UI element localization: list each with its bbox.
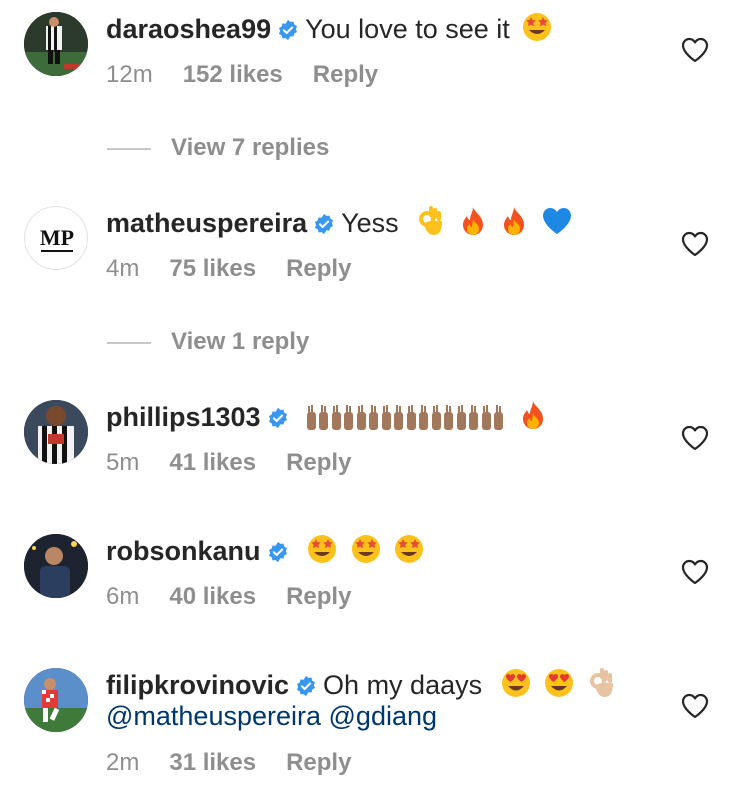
likes-count[interactable]: 40 likes [169, 583, 256, 610]
avatar[interactable] [24, 12, 88, 76]
avatar[interactable] [24, 400, 88, 464]
comment-time: 6m [106, 583, 140, 610]
username[interactable]: matheuspereira [106, 208, 307, 238]
raising-hands-emoji-group [306, 400, 506, 439]
comment-time: 2m [106, 749, 140, 776]
comment-meta: 5m 41 likes Reply [106, 449, 381, 477]
avatar[interactable] [24, 668, 88, 732]
fire-emoji-icon [499, 205, 529, 244]
username[interactable]: daraoshea99 [106, 14, 271, 44]
comment-time: 4m [106, 255, 140, 282]
comment-text: Oh my daays [323, 670, 483, 700]
like-heart-icon[interactable] [681, 37, 709, 63]
avatar-logo-text: MP [40, 225, 74, 250]
comment-text-line: phillips1303 [106, 399, 548, 439]
blue-heart-emoji-icon [541, 205, 573, 244]
reply-button[interactable]: Reply [286, 749, 351, 776]
view-replies-button[interactable]: View 7 replies [107, 134, 329, 162]
likes-count[interactable]: 152 likes [183, 61, 283, 88]
view-replies-label: View 7 replies [171, 134, 330, 161]
fire-emoji-icon [518, 399, 548, 438]
avatar[interactable]: MP [24, 206, 88, 270]
comment-time: 5m [106, 449, 140, 476]
heart-eyes-emoji-icon [543, 667, 575, 706]
like-heart-icon[interactable] [681, 231, 709, 257]
username[interactable]: robsonkanu [106, 536, 261, 566]
avatar[interactable] [24, 534, 88, 598]
divider [107, 341, 151, 344]
view-replies-label: View 1 reply [171, 328, 310, 355]
likes-count[interactable]: 41 likes [169, 449, 256, 476]
view-replies-button[interactable]: View 1 reply [107, 328, 309, 356]
comment-text-line: daraoshea99 You love to see it [106, 11, 553, 50]
like-heart-icon[interactable] [681, 693, 709, 719]
comment-text-line: robsonkanu [106, 533, 425, 572]
ok-hand-emoji-icon [416, 205, 446, 244]
star-struck-emoji-icon [306, 533, 338, 572]
ok-hand-emoji-icon [587, 667, 617, 706]
verified-badge-icon [277, 16, 299, 48]
star-struck-emoji-icon [521, 11, 553, 50]
like-heart-icon[interactable] [681, 425, 709, 451]
reply-button[interactable]: Reply [313, 61, 378, 88]
verified-badge-icon [267, 404, 289, 436]
fire-emoji-icon [458, 205, 488, 244]
verified-badge-icon [267, 538, 289, 570]
reply-button[interactable]: Reply [286, 255, 351, 282]
username[interactable]: phillips1303 [106, 402, 261, 432]
reply-button[interactable]: Reply [286, 583, 351, 610]
comment-meta: 4m 75 likes Reply [106, 255, 381, 283]
likes-count[interactable]: 31 likes [169, 749, 256, 776]
star-struck-emoji-icon [350, 533, 382, 572]
comment-text-line: matheuspereira Yess [106, 205, 573, 244]
username[interactable]: filipkrovinovic [106, 670, 289, 700]
comment-text: Yess [341, 208, 399, 238]
comment-meta: 12m 152 likes Reply [106, 61, 408, 89]
raising-hands-emoji-icon [307, 405, 504, 430]
likes-count[interactable]: 75 likes [169, 255, 256, 282]
comment-text: You love to see it [305, 14, 510, 44]
verified-badge-icon [313, 210, 335, 242]
star-struck-emoji-icon [393, 533, 425, 572]
like-heart-icon[interactable] [681, 559, 709, 585]
mention-links[interactable]: @matheuspereira @gdiang [106, 701, 437, 731]
heart-eyes-emoji-icon [500, 667, 532, 706]
comment-time: 12m [106, 61, 153, 88]
comment-meta: 2m 31 likes Reply [106, 749, 381, 777]
mentions-line: @matheuspereira @gdiang [106, 700, 437, 732]
comment-meta: 6m 40 likes Reply [106, 583, 381, 611]
reply-button[interactable]: Reply [286, 449, 351, 476]
divider [107, 147, 151, 150]
